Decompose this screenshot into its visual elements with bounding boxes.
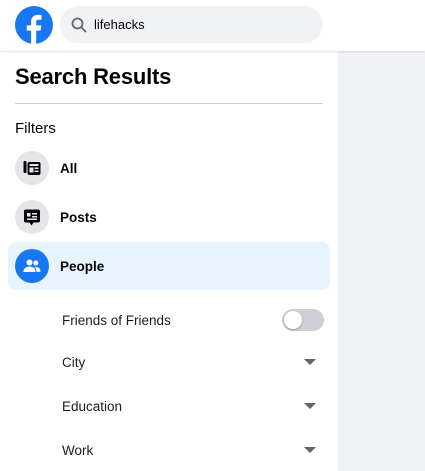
chevron-down-icon: [304, 359, 316, 365]
toggle-knob: [284, 311, 302, 329]
work-filter-dropdown[interactable]: Work: [62, 435, 324, 465]
feed-icon: [15, 151, 49, 185]
posts-icon: [15, 200, 49, 234]
work-filter-label: Work: [62, 442, 94, 458]
filters-heading: Filters: [15, 120, 56, 137]
filter-all-label: All: [60, 160, 78, 176]
friends-of-friends-toggle[interactable]: [282, 309, 324, 331]
people-icon: [15, 249, 49, 283]
filter-posts-label: Posts: [60, 209, 97, 225]
search-filters-sidebar: Search Results Filters All Posts People …: [0, 51, 338, 471]
facebook-f-icon: [26, 14, 42, 44]
filter-people[interactable]: People: [8, 242, 330, 290]
city-filter-dropdown[interactable]: City: [62, 347, 324, 377]
friends-of-friends-label: Friends of Friends: [62, 312, 171, 328]
filter-posts[interactable]: Posts: [8, 193, 330, 241]
top-navigation-bar: [0, 0, 425, 51]
facebook-logo[interactable]: [15, 6, 53, 44]
chevron-down-icon: [304, 403, 316, 409]
search-results-area: [338, 51, 425, 471]
filter-people-label: People: [60, 258, 105, 274]
education-filter-label: Education: [62, 398, 123, 414]
friends-of-friends-filter[interactable]: Friends of Friends: [62, 305, 324, 335]
page-title: Search Results: [15, 64, 172, 89]
education-filter-dropdown[interactable]: Education: [62, 391, 324, 421]
city-filter-label: City: [62, 354, 86, 370]
chevron-down-icon: [304, 447, 316, 453]
search-icon: [71, 17, 87, 33]
divider: [15, 103, 323, 104]
filter-all[interactable]: All: [8, 144, 330, 192]
search-bar[interactable]: [60, 6, 323, 43]
search-input[interactable]: [94, 17, 314, 32]
